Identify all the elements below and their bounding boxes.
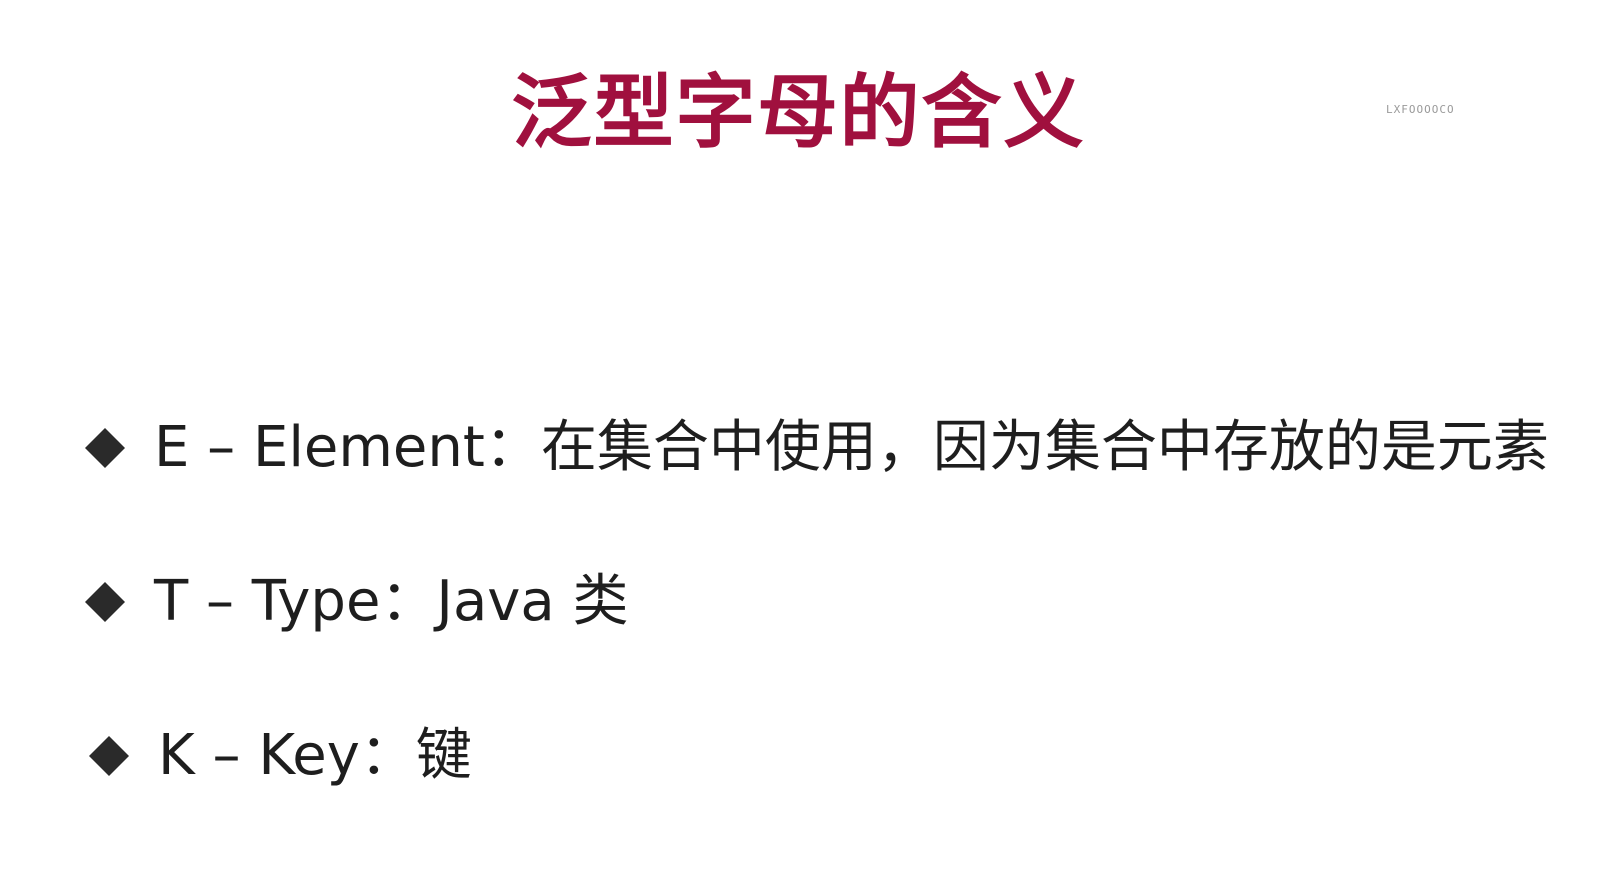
watermark-text: LXFOOOOCO — [1386, 103, 1455, 116]
diamond-bullet-icon — [85, 428, 125, 468]
bullet-item-type: T – Type：Java 类 — [84, 559, 1549, 645]
diamond-bullet-icon — [85, 582, 125, 622]
slide: 泛型字母的含义 LXFOOOOCO E – Element：在集合中使用，因为集… — [0, 0, 1597, 872]
bullet-item-key: K – Key：键 — [84, 713, 1549, 799]
diamond-bullet-icon — [89, 736, 129, 776]
bullet-text: E – Element：在集合中使用，因为集合中存放的是元素 — [154, 415, 1549, 480]
bullet-list: E – Element：在集合中使用，因为集合中存放的是元素 T – Type：… — [84, 405, 1549, 799]
bullet-text: K – Key：键 — [158, 723, 472, 788]
bullet-text: T – Type：Java 类 — [154, 569, 629, 634]
slide-title: 泛型字母的含义 — [511, 66, 1086, 159]
bullet-item-element: E – Element：在集合中使用，因为集合中存放的是元素 — [84, 405, 1549, 491]
